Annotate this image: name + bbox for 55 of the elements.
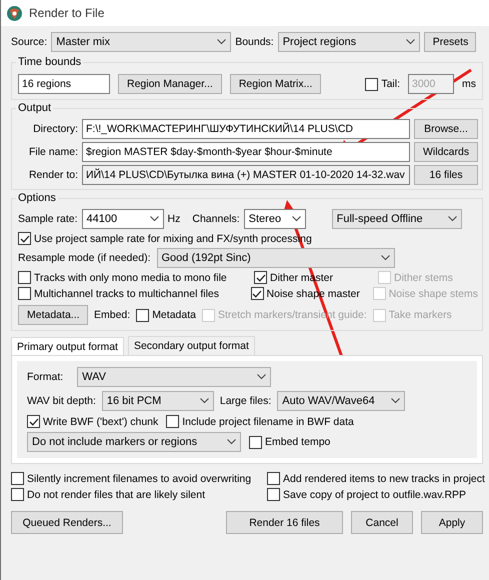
label: Channels: (192, 213, 240, 225)
label: WAV bit depth: (27, 395, 96, 407)
region-button[interactable]: Region Manager... (118, 74, 222, 94)
unit-label: ms (462, 78, 476, 90)
label: Large files: (220, 395, 272, 407)
field-label: Directory: (32, 123, 78, 135)
dropdown[interactable]: Do not include markers or regions (27, 432, 241, 452)
queued-renders-button[interactable]: Queued Renders... (11, 511, 123, 534)
field-label: Render to: (28, 169, 78, 181)
group-title: Output (16, 102, 54, 114)
format-tab[interactable]: Secondary output format (128, 336, 255, 356)
checkbox[interactable]: Do not render files that are likely silent (11, 488, 267, 501)
format-tab[interactable]: Primary output format (11, 337, 124, 356)
output-button[interactable]: Browse... (414, 119, 478, 139)
checkbox[interactable]: Embed tempo (249, 436, 330, 448)
label: Hz (168, 213, 180, 225)
label: Bounds: (235, 36, 274, 48)
dropdown[interactable]: Good (192pt Sinc) (156, 248, 394, 268)
window-title: Render to File (29, 6, 104, 20)
path-field[interactable]: $region MASTER $day-$month-$year $hour-$minute (82, 142, 410, 162)
dropdown[interactable]: WAV (77, 367, 272, 387)
label: Embed: (94, 309, 130, 321)
region-button[interactable]: Region Matrix... (230, 74, 322, 94)
checkbox[interactable]: Save copy of project to outfile.wav.RPP (267, 488, 485, 501)
output-button[interactable]: Wildcards (414, 142, 478, 162)
render-button[interactable]: Render 16 files (226, 511, 343, 534)
dropdown[interactable]: Project regions (278, 32, 420, 52)
path-field[interactable]: F:\!_WORK\МАСТЕРИНГ\ШУФУТИНСКИЙ\14 PLUS\CD (82, 119, 410, 139)
regions-field: 16 regions (18, 74, 110, 94)
output-button[interactable]: 16 files (414, 165, 478, 185)
dropdown[interactable]: Auto WAV/Wave64 (277, 391, 406, 411)
label: Source: (11, 36, 48, 48)
checkbox[interactable]: Add rendered items to new tracks in project (267, 472, 485, 485)
dropdown[interactable]: Full-speed Offline (332, 209, 462, 229)
presets-button[interactable]: Presets (424, 32, 476, 52)
dropdown[interactable]: 16 bit PCM (102, 391, 214, 411)
metadata-button[interactable]: Metadata... (18, 305, 88, 325)
path-field[interactable]: ИЙ\14 PLUS\CD\Бутылка вина (+) MASTER 01-10-2020 14-32.wav (82, 165, 410, 185)
label: Sample rate: (18, 213, 78, 225)
field-label: File name: (28, 146, 78, 158)
checkbox[interactable]: Multichannel tracks to multichannel files (18, 287, 247, 300)
checkbox[interactable]: Metadata (136, 308, 196, 322)
checkbox[interactable]: Write BWF ('bext') chunk (27, 415, 158, 428)
label: Resample mode (if needed): (18, 252, 150, 264)
checkbox[interactable]: Silently increment filenames to avoid overwriting (11, 472, 267, 485)
cancel-button[interactable]: Cancel (351, 511, 413, 534)
checkbox[interactable]: Include project filename in BWF data (166, 415, 354, 428)
checkbox[interactable]: Tracks with only mono media to mono file (18, 271, 250, 284)
dropdown[interactable]: Master mix (51, 32, 232, 52)
group-title: Time bounds (16, 56, 84, 68)
group-title: Options (16, 192, 58, 204)
dropdown[interactable]: Stereo (244, 209, 306, 229)
apply-button[interactable]: Apply (421, 511, 483, 534)
dropdown[interactable]: 44100 (82, 209, 164, 229)
label: Format: (27, 371, 64, 383)
